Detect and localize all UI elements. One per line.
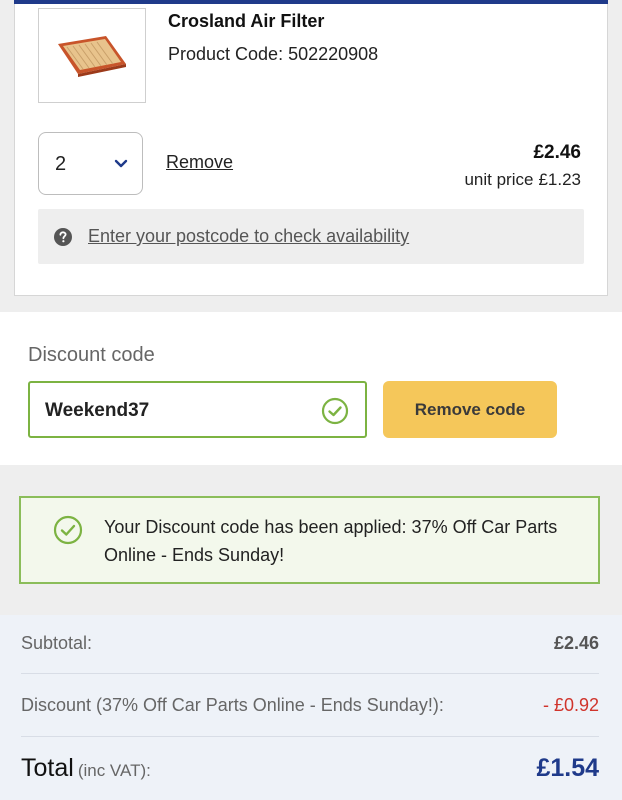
divider: [21, 673, 599, 674]
discount-section: Discount code Weekend37 Remove code: [0, 312, 622, 465]
availability-bar: Enter your postcode to check availabilit…: [38, 209, 584, 264]
total-label: Total (inc VAT):: [21, 754, 151, 783]
basket-item-card: Crosland Air Filter Product Code: 5022209…: [14, 0, 608, 296]
check-circle-icon: [53, 515, 83, 545]
chevron-down-icon: [114, 159, 128, 168]
order-totals: Subtotal: £2.46 Discount (37% Off Car Pa…: [0, 615, 622, 800]
total-label-text: Total: [21, 754, 74, 782]
product-code-value: 502220908: [288, 44, 379, 64]
remove-item-link[interactable]: Remove: [166, 152, 233, 173]
discount-code-input[interactable]: Weekend37: [28, 381, 367, 438]
discount-applied-text: Your Discount code has been applied: 37%…: [104, 517, 558, 565]
discount-value: - £0.92: [542, 695, 599, 715]
unit-price-value: £1.23: [538, 170, 581, 189]
discount-label: Discount (37% Off Car Parts Online - End…: [21, 695, 444, 715]
card-accent-line: [14, 0, 608, 4]
question-circle-icon: [54, 228, 72, 246]
discount-code-value: Weekend37: [45, 400, 150, 421]
quantity-value: 2: [55, 153, 67, 175]
total-value: £1.54: [536, 754, 599, 782]
air-filter-icon: [58, 35, 126, 77]
total-vat-note: (inc VAT):: [77, 761, 151, 780]
product-code: Product Code: 502220908: [168, 44, 378, 65]
check-circle-icon: [321, 397, 349, 425]
unit-price-label: unit price: [464, 170, 534, 189]
line-price: £2.46: [533, 142, 581, 163]
quantity-select[interactable]: 2: [38, 132, 143, 195]
postcode-availability-link[interactable]: Enter your postcode to check availabilit…: [88, 226, 409, 247]
basket-item-area: Crosland Air Filter Product Code: 5022209…: [0, 0, 622, 312]
discount-code-label: Discount code: [28, 344, 155, 366]
discount-applied-message: Your Discount code has been applied: 37%…: [19, 496, 600, 584]
basket-page: Crosland Air Filter Product Code: 5022209…: [0, 0, 622, 800]
product-image[interactable]: [38, 8, 146, 103]
product-code-label: Product Code:: [168, 44, 284, 64]
unit-price: unit price £1.23: [464, 170, 581, 190]
product-name[interactable]: Crosland Air Filter: [168, 11, 324, 32]
remove-code-button[interactable]: Remove code: [383, 381, 557, 438]
message-area: Your Discount code has been applied: 37%…: [0, 465, 622, 615]
subtotal-value: £2.46: [553, 633, 599, 653]
subtotal-label: Subtotal:: [21, 633, 93, 653]
divider: [21, 736, 599, 737]
